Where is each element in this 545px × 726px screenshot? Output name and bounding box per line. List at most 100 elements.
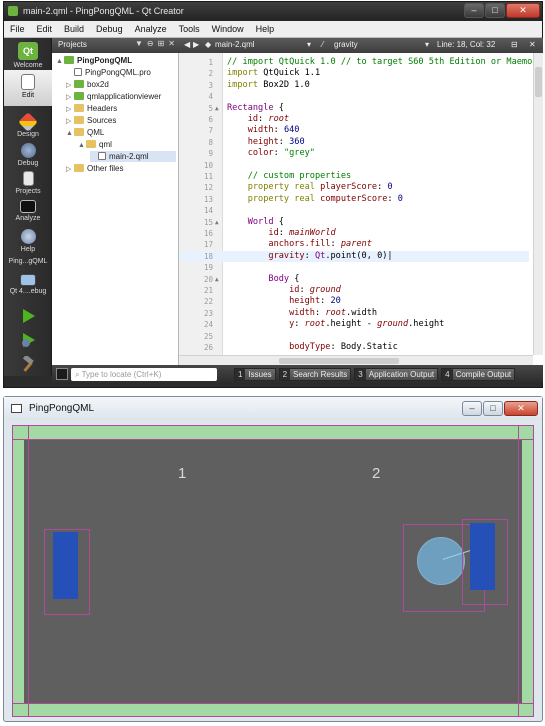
vertical-scrollbar[interactable] bbox=[533, 53, 543, 355]
locator-input[interactable]: ⌕ Type to locate (Ctrl+K) bbox=[71, 367, 217, 381]
code-text: property real computerScore: 0 bbox=[227, 194, 403, 205]
tab-label: Search Results bbox=[293, 369, 348, 379]
build-button[interactable] bbox=[4, 354, 52, 374]
tab-search-results[interactable]: 2 Search Results bbox=[278, 367, 352, 381]
collapse-arrow-icon[interactable]: ▲ bbox=[56, 56, 64, 67]
open-documents-combo[interactable]: main-2.qml bbox=[215, 40, 255, 49]
debug-run-button[interactable] bbox=[4, 332, 52, 350]
tree-item-headers[interactable]: ▷ Headers bbox=[66, 103, 117, 114]
collapse-arrow-icon[interactable]: ▲ bbox=[66, 128, 74, 139]
code-text: id: root bbox=[227, 114, 289, 125]
mode-help[interactable]: Help bbox=[4, 229, 52, 253]
tree-item-qml-folder[interactable]: ▲ qml bbox=[78, 139, 112, 150]
menu-analyze[interactable]: Analyze bbox=[135, 24, 167, 34]
line-number: 24 bbox=[203, 320, 213, 330]
code-token: .width bbox=[346, 307, 378, 318]
tree-item-main-2-qml[interactable]: main-2.qml bbox=[90, 151, 176, 162]
mode-edit[interactable]: Edit bbox=[4, 70, 52, 106]
target-project-selector[interactable]: Ping...gQML bbox=[4, 258, 52, 265]
collapse-arrow-icon[interactable]: ▲ bbox=[78, 140, 86, 151]
close-button[interactable]: ✕ bbox=[504, 401, 538, 416]
tree-item-pingpongqml[interactable]: ▲ PingPongQML bbox=[56, 55, 132, 66]
scroll-thumb[interactable] bbox=[279, 358, 399, 364]
tree-item-pro-file[interactable]: PingPongQML.pro bbox=[66, 67, 151, 78]
code-token: y bbox=[227, 319, 295, 330]
back-icon[interactable]: ◀ bbox=[184, 40, 190, 49]
player-score: 1 bbox=[178, 465, 187, 482]
player-paddle[interactable] bbox=[53, 532, 78, 599]
horizontal-scrollbar[interactable] bbox=[179, 355, 533, 365]
target-kit-selector[interactable]: Qt 4....ebug bbox=[4, 274, 52, 295]
code-text: height: 360 bbox=[227, 137, 305, 148]
filter-icon[interactable]: ▼ bbox=[135, 39, 143, 48]
fold-marker-icon[interactable]: ▲ bbox=[215, 274, 219, 285]
expand-arrow-icon[interactable]: ▷ bbox=[66, 116, 74, 127]
project-icon bbox=[64, 56, 74, 64]
tab-label: Application Output bbox=[368, 369, 435, 379]
line-number: 25 bbox=[203, 331, 213, 341]
line-number: 2 bbox=[208, 69, 213, 79]
forward-icon[interactable]: ▶ bbox=[193, 40, 199, 49]
menu-window[interactable]: Window bbox=[212, 24, 244, 34]
maximize-button[interactable]: □ bbox=[483, 401, 503, 416]
mode-projects[interactable]: Projects bbox=[4, 171, 52, 195]
split-icon[interactable]: ⊞ bbox=[158, 39, 165, 48]
tab-compile-output[interactable]: 4 Compile Output bbox=[441, 367, 516, 381]
tree-item-qmlapplicationviewer[interactable]: ▷ qmlapplicationviewer bbox=[66, 91, 161, 102]
chevron-down-icon[interactable]: ▾ bbox=[425, 40, 429, 49]
close-editor-icon[interactable]: ✕ bbox=[529, 40, 536, 49]
mode-welcome[interactable]: Qt Welcome bbox=[4, 42, 52, 69]
tab-issues[interactable]: 1 Issues bbox=[234, 367, 276, 381]
mode-analyze[interactable]: Analyze bbox=[4, 200, 52, 222]
code-line: 16 id: mainWorld bbox=[179, 228, 529, 239]
expand-arrow-icon[interactable]: ▷ bbox=[66, 80, 74, 91]
code-line: 4 bbox=[179, 91, 529, 102]
fold-marker-icon[interactable]: ▲ bbox=[215, 217, 219, 228]
symbol-combo[interactable]: gravity bbox=[334, 40, 358, 49]
minimize-button[interactable]: – bbox=[462, 401, 482, 416]
design-icon bbox=[18, 112, 38, 132]
menu-tools[interactable]: Tools bbox=[179, 24, 200, 34]
title-bar: main-2.qml - PingPongQML - Qt Creator – … bbox=[4, 2, 542, 21]
minimize-button[interactable]: – bbox=[464, 3, 484, 18]
expand-arrow-icon[interactable]: ▷ bbox=[66, 104, 74, 115]
chevron-down-icon[interactable]: ▾ bbox=[307, 40, 311, 49]
tree-item-other-files[interactable]: ▷ Other files bbox=[66, 163, 123, 174]
projects-view-selector[interactable]: Projects bbox=[58, 40, 87, 49]
code-token: root bbox=[304, 319, 326, 330]
code-token: import bbox=[227, 68, 264, 79]
line-number: 17 bbox=[203, 240, 213, 250]
code-line: 18 gravity: Qt.point(0, 0)| bbox=[179, 250, 529, 263]
tree-item-box2d[interactable]: ▷ box2d bbox=[66, 79, 109, 90]
menu-edit[interactable]: Edit bbox=[37, 24, 53, 34]
close-pane-icon[interactable]: ✕ bbox=[168, 39, 175, 48]
scroll-thumb[interactable] bbox=[535, 67, 542, 97]
code-text: property real playerScore: 0 bbox=[227, 182, 393, 193]
tree-item-label: main-2.qml bbox=[109, 152, 149, 161]
tree-item-qml[interactable]: ▲ QML bbox=[66, 127, 104, 138]
code-editor[interactable]: 1 // import QtQuick 1.0 // to target S60 … bbox=[179, 53, 543, 365]
mode-design[interactable]: Design bbox=[4, 112, 52, 138]
line-number: 21 bbox=[203, 286, 213, 295]
maximize-button[interactable]: □ bbox=[485, 3, 505, 18]
menu-help[interactable]: Help bbox=[256, 24, 275, 34]
run-button[interactable] bbox=[4, 308, 52, 326]
line-number: 3 bbox=[208, 80, 213, 90]
split-icon[interactable]: ⊟ bbox=[511, 40, 518, 49]
menu-debug[interactable]: Debug bbox=[96, 24, 123, 34]
menu-file[interactable]: File bbox=[10, 24, 25, 34]
toggle-sidebar-button[interactable] bbox=[56, 368, 68, 380]
code-token: 0 bbox=[397, 193, 403, 204]
menu-build[interactable]: Build bbox=[64, 24, 84, 34]
code-line: 26 bodyType: Body.Static bbox=[179, 342, 529, 353]
expand-arrow-icon[interactable]: ▷ bbox=[66, 164, 74, 175]
qml-file-icon: ◆ bbox=[205, 40, 212, 49]
fold-marker-icon[interactable]: ▲ bbox=[215, 103, 219, 114]
link-icon[interactable]: ⊖ bbox=[147, 39, 154, 48]
tree-item-sources[interactable]: ▷ Sources bbox=[66, 115, 116, 126]
expand-arrow-icon[interactable]: ▷ bbox=[66, 92, 74, 103]
code-token: QtQuick 1.1 bbox=[263, 68, 321, 79]
mode-debug[interactable]: Debug bbox=[4, 143, 52, 167]
close-button[interactable]: ✕ bbox=[506, 3, 540, 18]
tab-application-output[interactable]: 3 Application Output bbox=[354, 367, 439, 381]
